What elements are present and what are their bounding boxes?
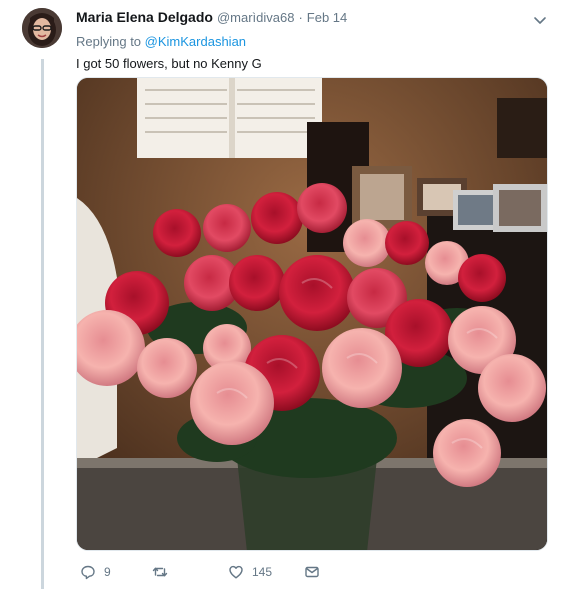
tweet-date[interactable]: Feb 14 <box>307 9 347 27</box>
roses-photo <box>77 78 547 550</box>
like-count: 145 <box>252 565 273 579</box>
avatar[interactable] <box>22 8 62 48</box>
tweet-header: Maria Elena Delgado @marìdiva68 · Feb 14 <box>76 8 556 26</box>
direct-message-button[interactable] <box>304 561 320 583</box>
avatar-image <box>22 8 62 48</box>
envelope-icon <box>305 566 319 578</box>
author-handle[interactable]: @marìdiva68 <box>217 9 295 27</box>
replying-to-line: Replying to @KimKardashian <box>76 34 556 50</box>
thread-line <box>41 59 44 589</box>
heart-icon <box>229 565 243 579</box>
reply-button[interactable]: 9 <box>80 561 111 583</box>
tweet-actions: 9 145 <box>76 561 376 583</box>
reply-count: 9 <box>104 565 111 579</box>
separator-dot: · <box>298 10 303 25</box>
tweet-content: Maria Elena Delgado @marìdiva68 · Feb 14… <box>76 8 556 72</box>
reply-icon <box>81 565 95 580</box>
replying-to-mention[interactable]: @KimKardashian <box>145 34 246 49</box>
tweet-photo[interactable] <box>76 77 548 551</box>
like-button[interactable]: 145 <box>228 561 272 583</box>
retweet-button[interactable] <box>152 561 176 583</box>
author-name[interactable]: Maria Elena Delgado <box>76 8 213 26</box>
tweet-text: I got 50 flowers, but no Kenny G <box>76 56 262 71</box>
replying-prefix: Replying to <box>76 34 142 49</box>
retweet-icon <box>152 567 168 577</box>
more-options-button[interactable] <box>532 12 548 28</box>
chevron-down-icon <box>534 17 546 24</box>
